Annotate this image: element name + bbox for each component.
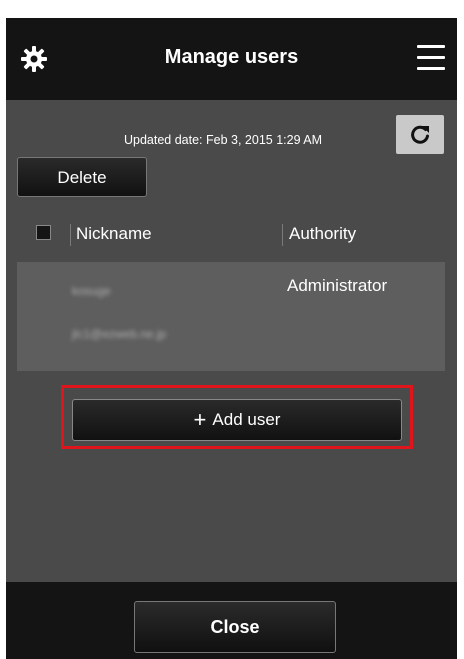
- delete-button[interactable]: Delete: [17, 157, 147, 197]
- table-header: Nickname Authority: [24, 220, 444, 252]
- user-email: jlc1@ezweb.ne.jp: [72, 327, 167, 341]
- page-title: Manage users: [164, 46, 299, 68]
- app-screen: Manage users Updated date: Feb 3, 2015 1…: [6, 18, 457, 659]
- refresh-icon: [411, 125, 429, 144]
- column-header-authority[interactable]: Authority: [289, 224, 356, 244]
- top-bar: Manage users: [6, 18, 457, 100]
- column-header-nickname[interactable]: Nickname: [76, 224, 152, 244]
- add-user-button[interactable]: + Add user: [72, 399, 402, 441]
- column-divider: [282, 224, 283, 246]
- select-all-checkbox[interactable]: [36, 225, 51, 240]
- user-authority: Administrator: [287, 276, 388, 295]
- user-nickname: kosuge: [72, 284, 111, 298]
- updated-date-text: Updated date: Feb 3, 2015 1:29 AM: [124, 133, 323, 147]
- add-user-label: Add user: [212, 410, 281, 429]
- column-divider: [70, 224, 71, 246]
- refresh-button[interactable]: [396, 115, 444, 154]
- table-row[interactable]: kosuge Administrator jlc1@ezweb.ne.jp: [17, 262, 445, 371]
- close-button[interactable]: Close: [134, 601, 336, 653]
- plus-icon: +: [193, 407, 207, 432]
- hamburger-menu-icon[interactable]: [417, 45, 445, 71]
